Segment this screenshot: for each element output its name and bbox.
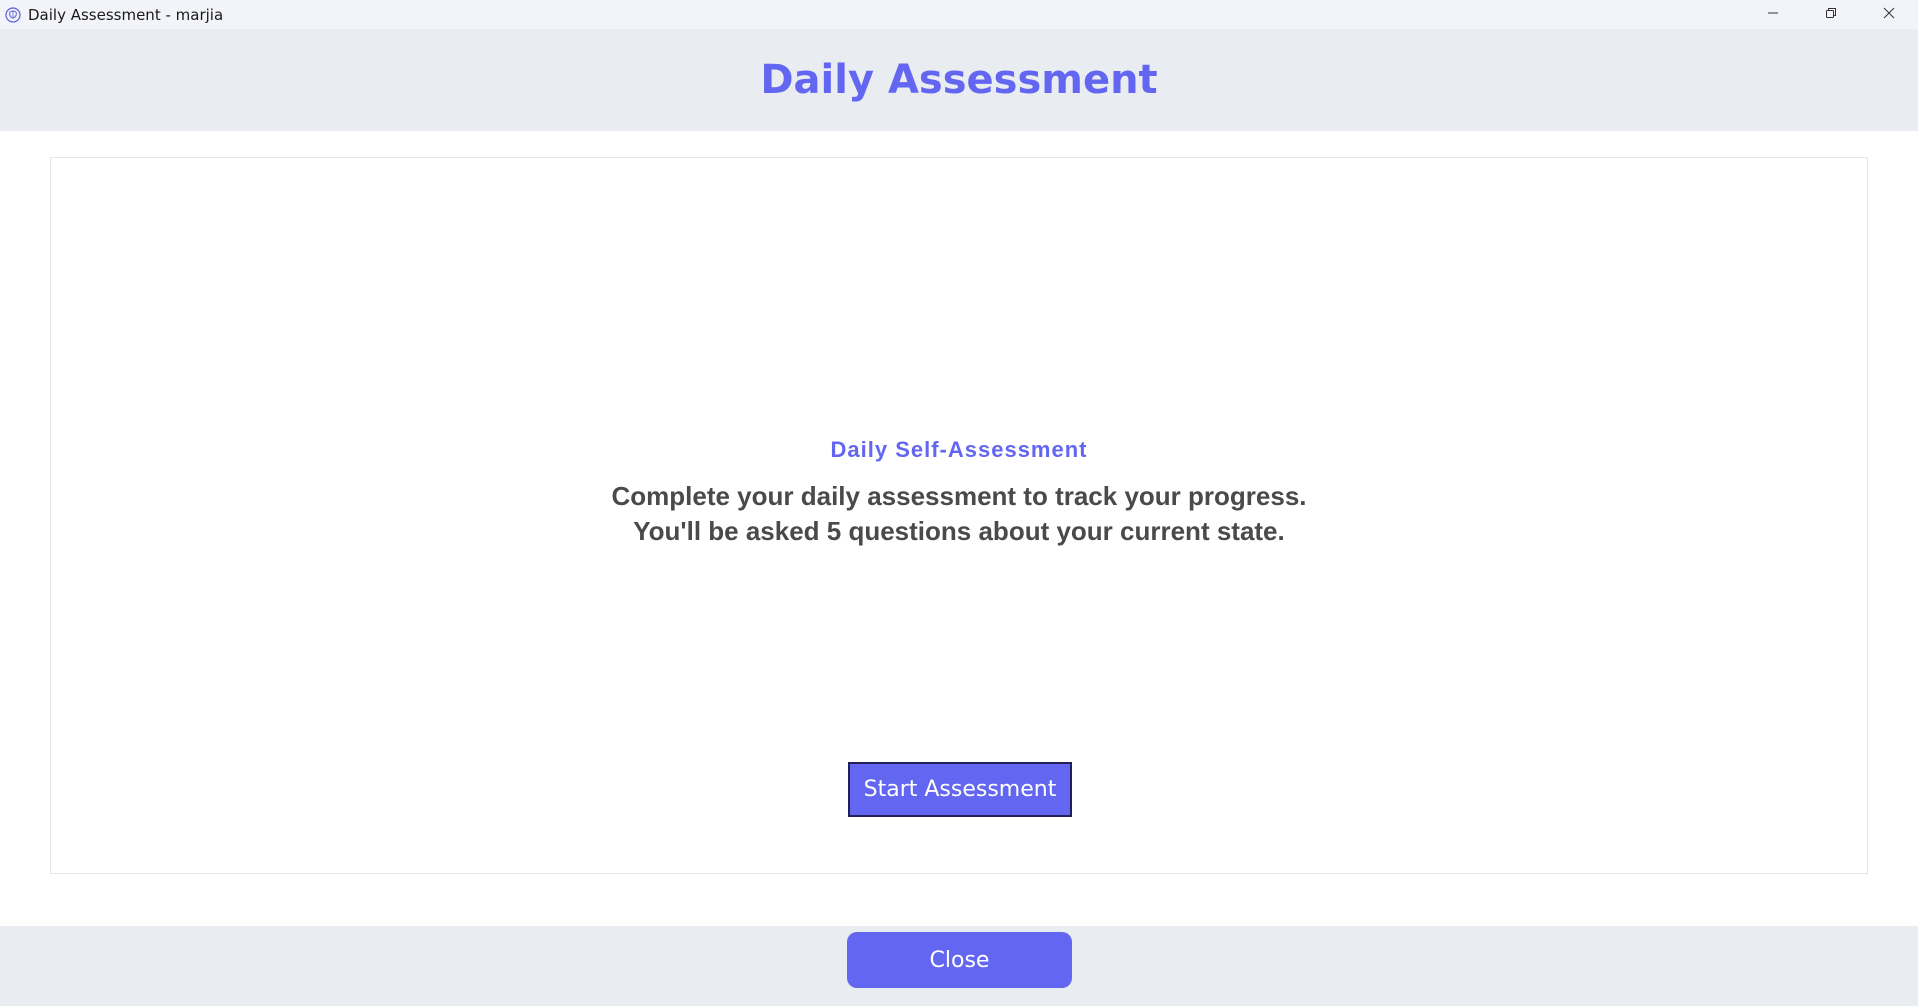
window-controls [1744, 0, 1918, 29]
minimize-icon [1767, 6, 1779, 24]
restore-button[interactable] [1802, 0, 1860, 29]
close-icon [1883, 6, 1895, 24]
description-line-2: You'll be asked 5 questions about your c… [633, 516, 1285, 546]
page-title: Daily Assessment [760, 57, 1158, 103]
minimize-button[interactable] [1744, 0, 1802, 29]
card-subtitle: Daily Self-Assessment [830, 437, 1088, 462]
brain-icon [4, 6, 22, 24]
close-button[interactable]: Close [847, 932, 1072, 988]
footer: Close [0, 926, 1918, 1006]
header: Daily Assessment [0, 29, 1918, 131]
card-description: Complete your daily assessment to track … [51, 479, 1867, 549]
restore-icon [1825, 6, 1837, 24]
assessment-card: Daily Self-Assessment Complete your dail… [50, 157, 1868, 874]
start-assessment-button[interactable]: Start Assessment [848, 762, 1072, 817]
window-titlebar[interactable]: Daily Assessment - marjia [0, 0, 1918, 29]
description-line-1: Complete your daily assessment to track … [611, 481, 1307, 511]
app-window: Daily Assessment - marjia Daily Assessme… [0, 0, 1918, 1006]
window-title: Daily Assessment - marjia [28, 5, 224, 24]
window-close-button[interactable] [1860, 0, 1918, 29]
